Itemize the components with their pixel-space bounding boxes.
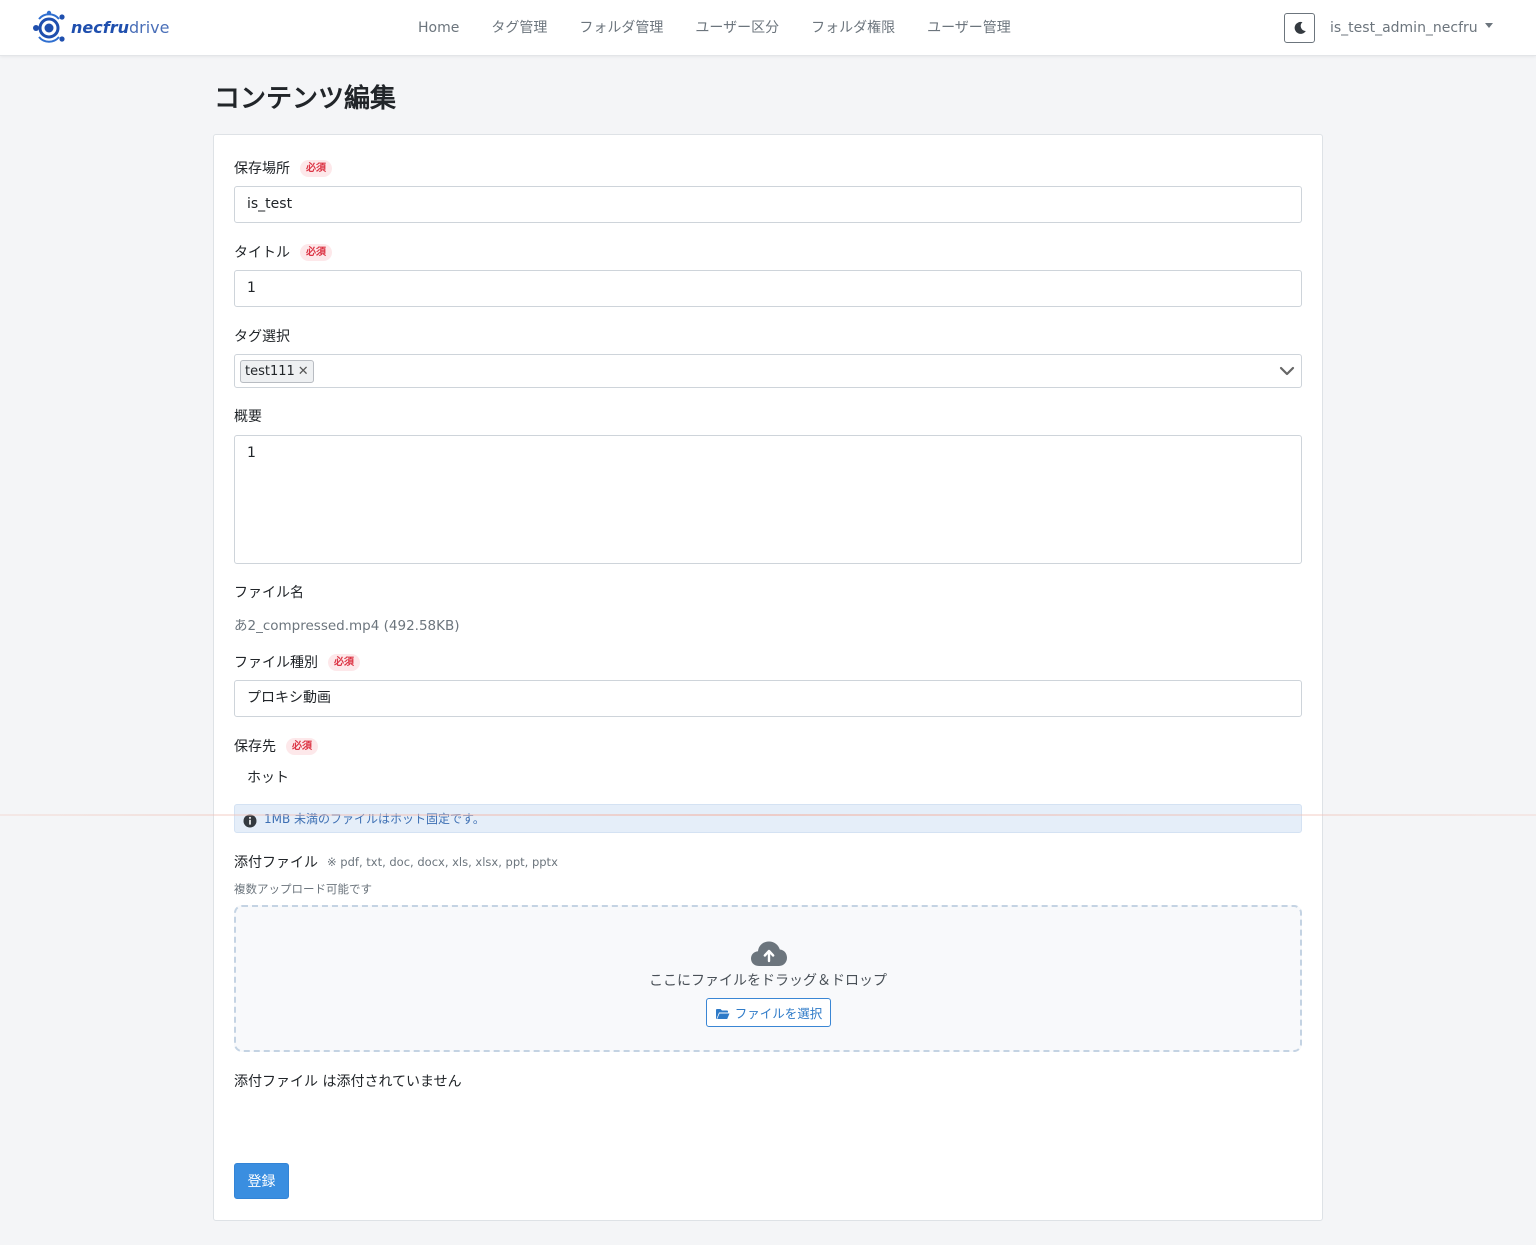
brand-name: necfru drive: [71, 10, 169, 46]
file-name-label-text: ファイル名: [234, 585, 304, 601]
cloud-upload-icon: [751, 941, 787, 966]
title-label: タイトル 必須: [234, 242, 332, 262]
required-badge: 必須: [300, 243, 332, 261]
tag-chip-label: test111: [245, 364, 295, 379]
viewport-fold-divider: [0, 814, 1536, 816]
storage-label: 保存先 必須: [234, 736, 318, 756]
required-badge: 必須: [300, 159, 332, 177]
tag-select-label: タグ選択: [234, 326, 290, 346]
brand-logo-link[interactable]: necfru drive: [30, 10, 169, 46]
necfru-logo-icon: [33, 10, 65, 43]
page-title: コンテンツ編集: [214, 84, 397, 114]
nav-user-category[interactable]: ユーザー区分: [679, 0, 795, 56]
attachments-label-text: 添付ファイル: [234, 855, 318, 871]
nav-home[interactable]: Home: [402, 0, 475, 56]
select-file-button[interactable]: ファイルを選択: [706, 998, 831, 1027]
content-edit-form: 保存場所 必須 is_test タイトル 必須 1 タグ選択 test111 ✕…: [213, 134, 1323, 1221]
submit-button[interactable]: 登録: [234, 1163, 289, 1199]
theme-toggle-button[interactable]: [1284, 13, 1315, 43]
file-name-label: ファイル名: [234, 582, 304, 602]
summary-label: 概要: [234, 406, 262, 426]
title-label-text: タイトル: [234, 245, 290, 261]
file-type-label-text: ファイル種別: [234, 655, 318, 671]
required-badge: 必須: [328, 653, 360, 671]
nav-folder-management[interactable]: フォルダ管理: [563, 0, 679, 56]
title-input[interactable]: 1: [234, 270, 1302, 307]
multi-upload-note: 複数アップロード可能です: [234, 882, 372, 896]
tag-select-label-text: タグ選択: [234, 329, 290, 345]
tag-select[interactable]: test111 ✕: [234, 354, 1302, 388]
file-name-value: あ2_compressed.mp4 (492.58KB): [234, 618, 460, 634]
location-label: 保存場所 必須: [234, 158, 332, 178]
no-attachments-text: 添付ファイル は添付されていません: [234, 1074, 462, 1090]
brand-name-light: drive: [128, 18, 170, 37]
select-file-label: ファイルを選択: [734, 1006, 823, 1021]
storage-label-text: 保存先: [234, 739, 276, 755]
location-field[interactable]: is_test: [234, 186, 1302, 223]
file-dropzone[interactable]: ここにファイルをドラッグ＆ドロップ ファイルを選択: [234, 905, 1302, 1052]
remove-tag-icon[interactable]: ✕: [298, 364, 309, 379]
top-navbar: necfru drive Home タグ管理 フォルダ管理 ユーザー区分 フォル…: [0, 0, 1536, 56]
location-label-text: 保存場所: [234, 161, 290, 177]
file-type-label: ファイル種別 必須: [234, 652, 360, 672]
folder-open-icon: [715, 1009, 730, 1019]
file-type-field[interactable]: プロキシ動画: [234, 680, 1302, 717]
brand-name-bold: necfru: [71, 18, 129, 37]
attachments-label: 添付ファイル ※ pdf, txt, doc, docx, xls, xlsx,…: [234, 852, 558, 872]
dropzone-text: ここにファイルをドラッグ＆ドロップ: [649, 973, 887, 989]
tag-chip[interactable]: test111 ✕: [240, 360, 314, 383]
caret-down-icon: [1484, 22, 1493, 28]
summary-label-text: 概要: [234, 409, 262, 425]
user-menu-dropdown[interactable]: is_test_admin_necfru: [1330, 0, 1493, 56]
attachments-hint: ※ pdf, txt, doc, docx, xls, xlsx, ppt, p…: [327, 855, 558, 869]
nav-user-management[interactable]: ユーザー管理: [911, 0, 1027, 56]
storage-info-text: 1MB 未満のファイルはホット固定です。: [264, 812, 485, 826]
nav-folder-permission[interactable]: フォルダ権限: [795, 0, 911, 56]
storage-value: ホット: [247, 770, 289, 786]
user-name: is_test_admin_necfru: [1330, 20, 1478, 36]
moon-icon: [1294, 21, 1306, 34]
main-nav: Home タグ管理 フォルダ管理 ユーザー区分 フォルダ権限 ユーザー管理: [402, 0, 1027, 56]
required-badge: 必須: [286, 737, 318, 755]
chevron-down-icon[interactable]: [1279, 363, 1295, 379]
storage-info-alert: 1MB 未満のファイルはホット固定です。: [234, 804, 1302, 833]
summary-textarea[interactable]: 1: [234, 435, 1302, 564]
nav-tag-management[interactable]: タグ管理: [475, 0, 563, 56]
